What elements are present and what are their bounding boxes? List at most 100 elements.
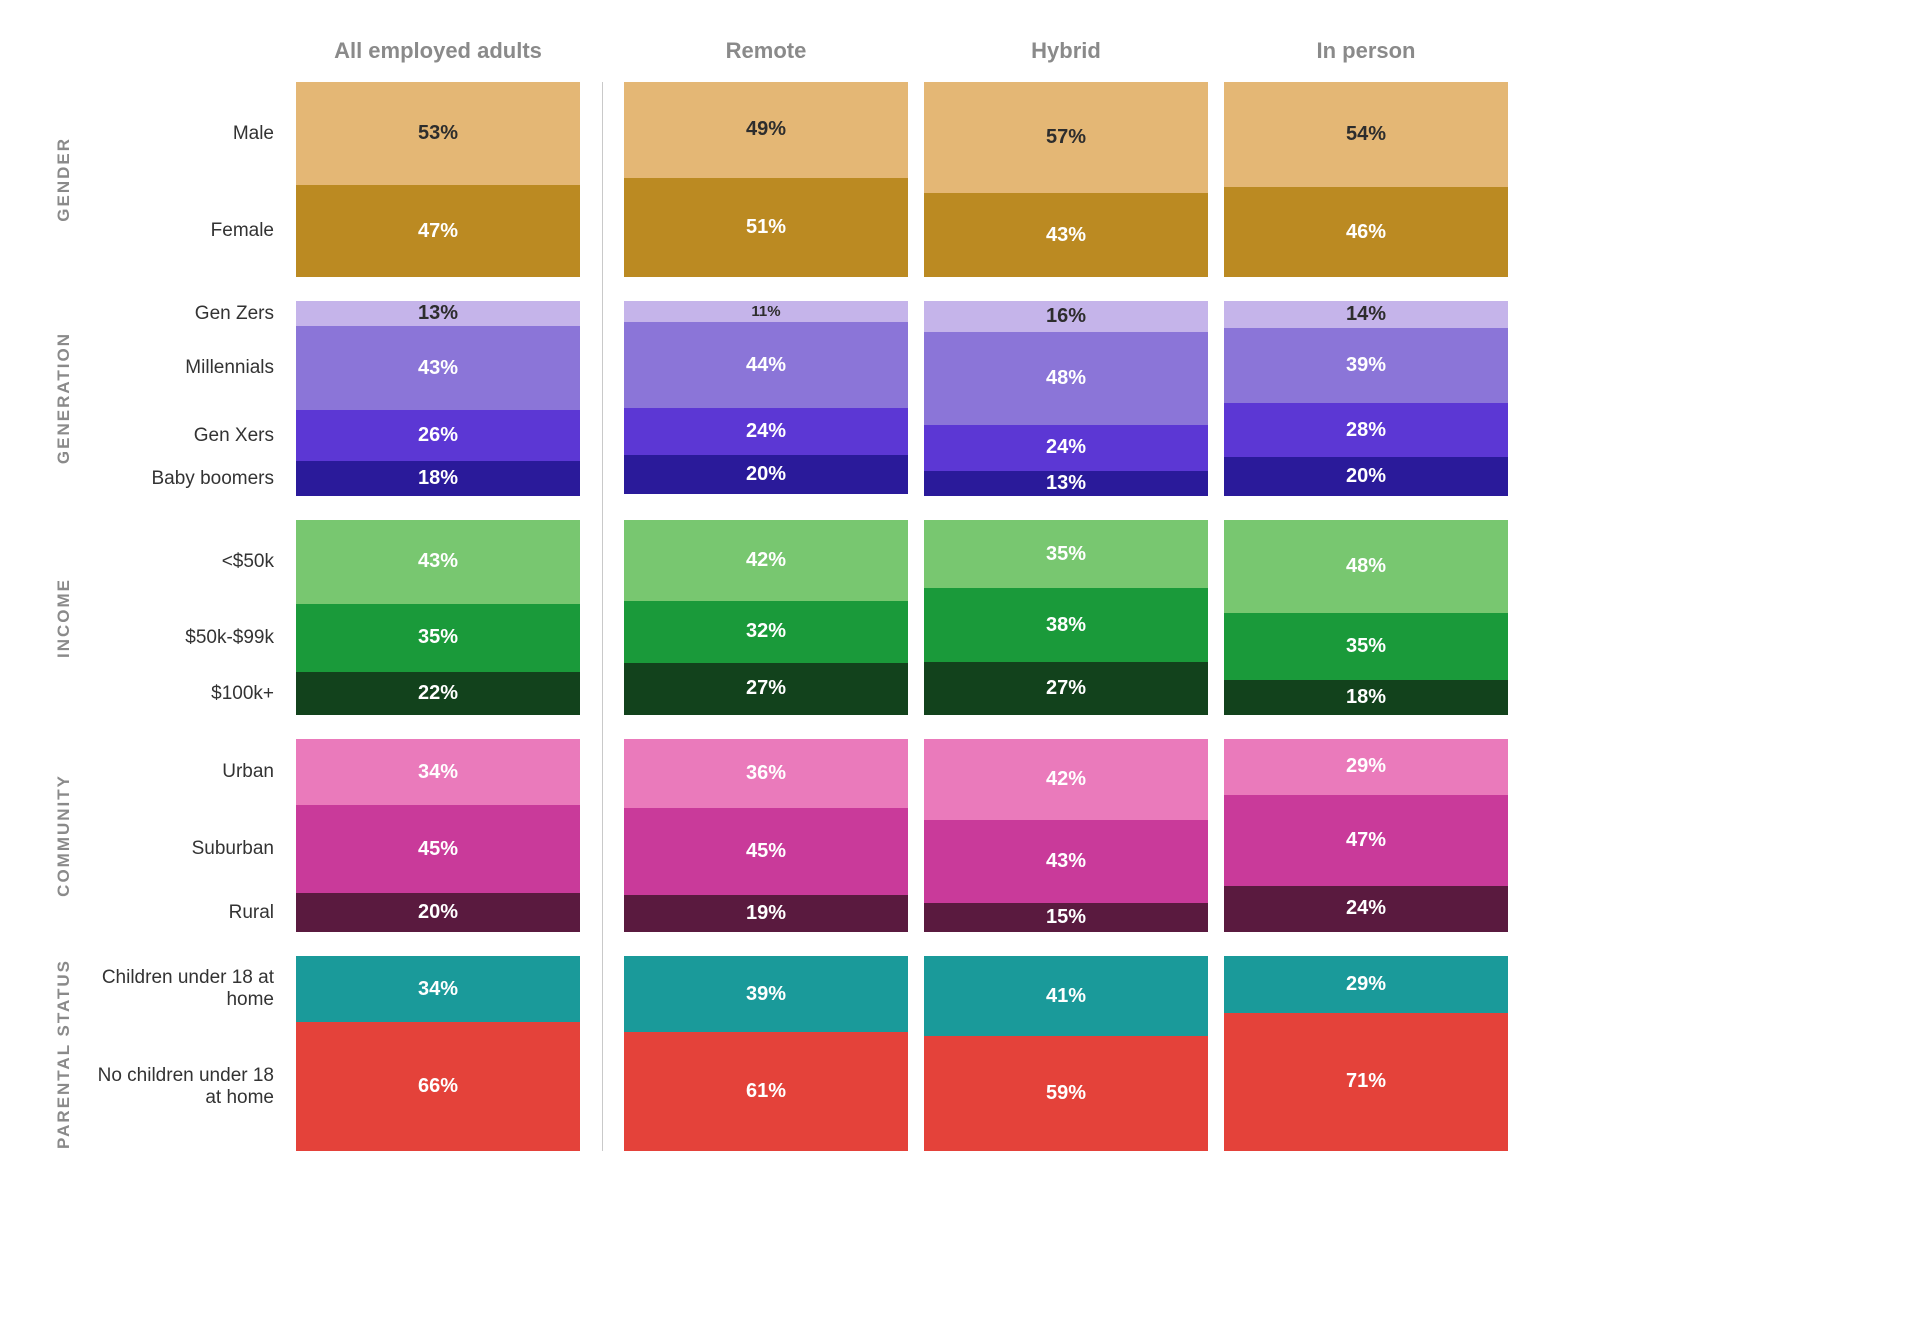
segment: 22% [296,672,580,715]
divider-line [602,277,603,301]
group-label-wrap: INCOME [40,520,88,715]
segment: 34% [296,956,580,1022]
group-gap [88,496,288,520]
group-gap [40,277,88,301]
segment: 14% [1224,301,1508,328]
segment: 16% [924,301,1208,332]
stack: 16%48%24%13% [916,301,1216,496]
segment: 26% [296,410,580,461]
row-label: Millennials [88,326,288,410]
divider-line [602,520,603,715]
row-label: $50k-$99k [88,604,288,672]
segment: 53% [296,82,580,185]
group-gap [616,932,916,956]
segment: 38% [924,588,1208,662]
divider [588,715,616,739]
group-label: PARENTAL STATUS [54,959,74,1149]
segment: 43% [296,326,580,410]
segment: 29% [1224,739,1508,795]
divider-line [602,715,603,739]
column-header: Hybrid [916,30,1216,82]
segment: 44% [624,322,908,408]
segment: 36% [624,739,908,808]
group-label-wrap: GENDER [40,82,88,277]
group-gap [40,496,88,520]
segment: 47% [296,185,580,277]
stack: 54%46% [1216,82,1516,277]
row-labels: MaleFemale [88,82,288,277]
segment: 45% [624,808,908,895]
segment: 20% [1224,457,1508,496]
divider-line [602,496,603,520]
divider [588,956,616,1151]
row-labels: Gen ZersMillennialsGen XersBaby boomers [88,301,288,496]
column-header: In person [1216,30,1516,82]
segment: 43% [924,193,1208,277]
group-gap [1216,277,1516,301]
segment: 19% [624,895,908,932]
segment: 43% [924,820,1208,903]
row-label: No children under 18 at home [88,1022,288,1151]
divider-line [602,301,603,496]
segment: 20% [624,455,908,494]
group-gap [288,715,588,739]
group-label: GENDER [54,137,74,222]
stack: 13%43%26%18% [288,301,588,496]
stack: 34%45%20% [288,739,588,932]
group-gap [40,715,88,739]
segment: 18% [296,461,580,496]
row-labels: Children under 18 at homeNo children und… [88,956,288,1151]
stack: 14%39%28%20% [1216,301,1516,496]
segment: 51% [624,178,908,277]
segment: 47% [1224,795,1508,886]
group-gap [616,496,916,520]
segment: 42% [624,520,908,601]
divider [588,520,616,715]
segment: 34% [296,739,580,805]
row-label: Female [88,185,288,277]
segment: 48% [924,332,1208,425]
segment: 45% [296,805,580,893]
segment: 35% [1224,613,1508,681]
group-gap [916,932,1216,956]
divider-line [602,739,603,932]
group-gap [1216,715,1516,739]
row-labels: <$50k$50k-$99k$100k+ [88,520,288,715]
segment: 27% [924,662,1208,715]
divider [588,277,616,301]
divider-header [588,30,616,82]
segment: 13% [924,471,1208,496]
spacer [40,30,88,82]
segment: 42% [924,739,1208,820]
group-gap [288,496,588,520]
stack: 34%66% [288,956,588,1151]
segment: 35% [924,520,1208,588]
demographic-stacked-chart: All employed adultsRemoteHybridIn person… [40,30,1880,1151]
segment: 27% [624,663,908,715]
segment: 48% [1224,520,1508,613]
segment: 35% [296,604,580,672]
group-gap [88,277,288,301]
segment: 24% [1224,886,1508,932]
segment: 66% [296,1022,580,1151]
divider [588,301,616,496]
segment: 59% [924,1036,1208,1151]
stack: 39%61% [616,956,916,1151]
group-label-wrap: GENERATION [40,301,88,496]
segment: 46% [1224,187,1508,277]
stack: 43%35%22% [288,520,588,715]
divider-line [602,82,603,277]
group-label: INCOME [54,578,74,658]
segment: 20% [296,893,580,932]
stack: 53%47% [288,82,588,277]
stack: 36%45%19% [616,739,916,932]
row-label: Children under 18 at home [88,956,288,1022]
group-gap [616,277,916,301]
row-labels: UrbanSuburbanRural [88,739,288,932]
group-gap [288,277,588,301]
divider [588,496,616,520]
group-gap [916,715,1216,739]
row-label: Baby boomers [88,461,288,496]
row-label: Urban [88,739,288,805]
divider [588,739,616,932]
